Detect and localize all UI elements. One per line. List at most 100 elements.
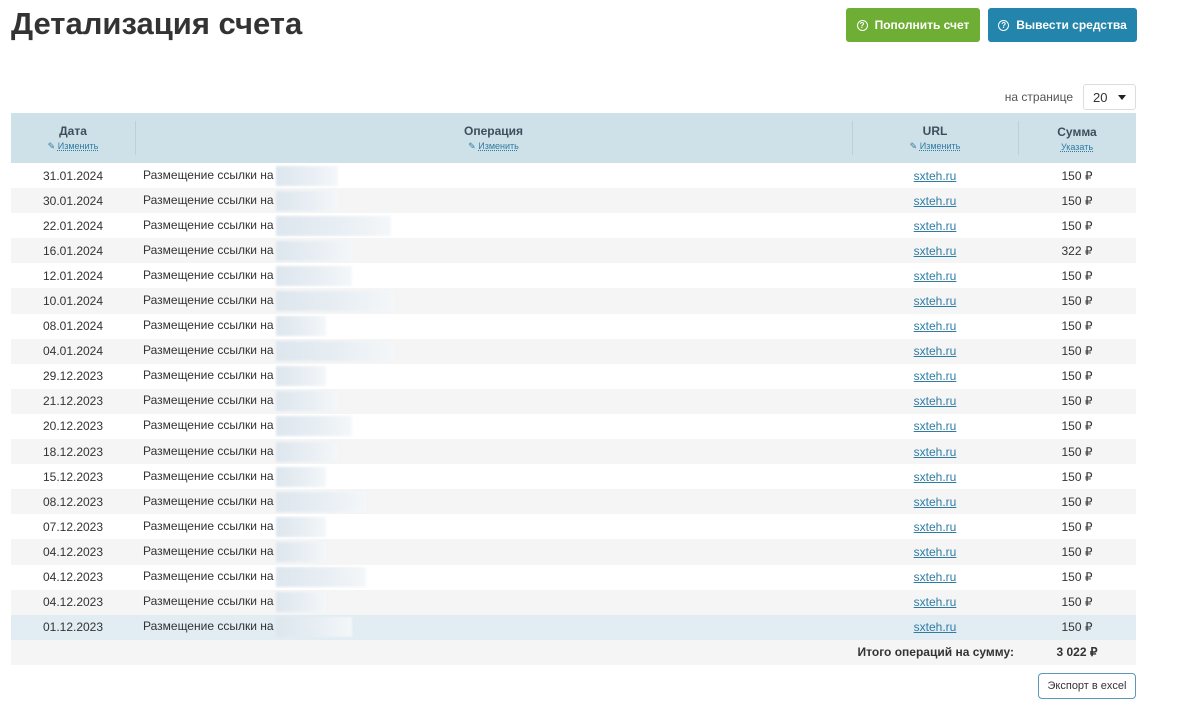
redacted-link: [275, 541, 326, 562]
row-sum: 150 ₽: [1061, 193, 1093, 208]
row-url: sxteh.ru: [852, 213, 1018, 238]
url-link[interactable]: sxteh.ru: [914, 620, 957, 634]
url-link[interactable]: sxteh.ru: [914, 219, 957, 233]
url-link[interactable]: sxteh.ru: [914, 570, 957, 584]
row-url: sxteh.ru: [852, 339, 1018, 364]
url-link[interactable]: sxteh.ru: [914, 545, 957, 559]
row-date: 10.01.2024: [42, 294, 104, 309]
per-page-control: на странице 20: [1005, 84, 1136, 110]
row-url: sxteh.ru: [852, 364, 1018, 389]
table-row: 30.01.2024 Размещение ссылки на sxteh.ru…: [11, 188, 1136, 214]
url-link[interactable]: sxteh.ru: [914, 194, 957, 208]
row-sum: 150 ₽: [1061, 294, 1093, 309]
row-url: sxteh.ru: [852, 389, 1018, 414]
url-link[interactable]: sxteh.ru: [914, 445, 957, 459]
url-link[interactable]: sxteh.ru: [914, 244, 957, 258]
row-url: sxteh.ru: [852, 288, 1018, 313]
table-row: 10.01.2024 Размещение ссылки на sxteh.ru…: [11, 288, 1136, 314]
row-date: 07.12.2023: [42, 519, 104, 534]
row-url: sxteh.ru: [852, 464, 1018, 489]
row-operation: Размещение ссылки на: [135, 615, 852, 640]
table-row: 31.01.2024 Размещение ссылки на sxteh.ru…: [11, 163, 1136, 188]
row-sum: 150 ₽: [1061, 168, 1093, 183]
deposit-button[interactable]: ? Пополнить счет: [846, 8, 980, 42]
row-url: sxteh.ru: [852, 615, 1018, 640]
table-row: 01.12.2023 Размещение ссылки на sxteh.ru…: [11, 614, 1136, 640]
row-url: sxteh.ru: [852, 439, 1018, 464]
row-operation: Размещение ссылки на: [135, 339, 852, 364]
withdraw-button[interactable]: ? Вывести средства: [988, 8, 1137, 42]
redacted-link: [275, 466, 326, 487]
table-row: 12.01.2024 Размещение ссылки на sxteh.ru…: [11, 263, 1136, 288]
redacted-link: [275, 567, 366, 588]
table-row: 21.12.2023 Размещение ссылки на sxteh.ru…: [11, 388, 1136, 414]
row-operation: Размещение ссылки на: [135, 288, 852, 313]
url-link[interactable]: sxteh.ru: [914, 319, 957, 333]
table-row: 04.12.2023 Размещение ссылки на sxteh.ru…: [11, 539, 1136, 565]
redacted-link: [275, 441, 338, 462]
change-date-link[interactable]: ✎ Изменить: [11, 141, 135, 152]
redacted-link: [275, 265, 352, 286]
redacted-link: [275, 316, 326, 337]
redacted-link: [275, 516, 326, 537]
total-value: 3 022 ₽: [1056, 645, 1098, 660]
redacted-link: [275, 165, 338, 186]
url-link[interactable]: sxteh.ru: [914, 369, 957, 383]
per-page-label: на странице: [1004, 90, 1073, 104]
row-url: sxteh.ru: [852, 590, 1018, 615]
row-date: 15.12.2023: [42, 469, 104, 484]
table-row: 20.12.2023 Размещение ссылки на sxteh.ru…: [11, 414, 1136, 439]
redacted-link: [275, 491, 366, 512]
withdraw-label: Вывести средства: [1016, 18, 1127, 32]
row-url: sxteh.ru: [852, 539, 1018, 564]
row-url: sxteh.ru: [852, 489, 1018, 514]
table-row: 04.12.2023 Размещение ссылки на sxteh.ru…: [11, 565, 1136, 590]
url-link[interactable]: sxteh.ru: [914, 419, 957, 433]
col-operation: Операция ✎ Изменить: [135, 113, 852, 163]
row-url: sxteh.ru: [852, 314, 1018, 339]
row-sum: 150 ₽: [1061, 444, 1093, 459]
url-link[interactable]: sxteh.ru: [914, 169, 957, 183]
table-row: 08.01.2024 Размещение ссылки на sxteh.ru…: [11, 314, 1136, 339]
table-row: 07.12.2023 Размещение ссылки на sxteh.ru…: [11, 514, 1136, 539]
col-url: URL ✎ Изменить: [852, 113, 1018, 163]
per-page-select[interactable]: 20: [1083, 84, 1136, 110]
row-date: 29.12.2023: [42, 369, 104, 384]
question-circle-icon: ?: [998, 19, 1010, 31]
url-link[interactable]: sxteh.ru: [914, 520, 957, 534]
row-date: 04.12.2023: [42, 595, 104, 610]
row-url: sxteh.ru: [852, 263, 1018, 288]
url-link[interactable]: sxteh.ru: [914, 294, 957, 308]
url-link[interactable]: sxteh.ru: [914, 394, 957, 408]
row-sum: 150 ₽: [1061, 494, 1093, 509]
export-excel-button[interactable]: Экспорт в excel: [1038, 673, 1136, 699]
row-sum: 150 ₽: [1061, 620, 1093, 635]
row-operation: Размещение ссылки на: [135, 414, 852, 439]
row-operation: Размещение ссылки на: [135, 514, 852, 539]
url-link[interactable]: sxteh.ru: [914, 495, 957, 509]
redacted-link: [275, 592, 326, 613]
per-page-value: 20: [1093, 89, 1108, 105]
url-link[interactable]: sxteh.ru: [914, 595, 957, 609]
row-url: sxteh.ru: [852, 514, 1018, 539]
specify-sum-link[interactable]: Указать: [1018, 142, 1136, 152]
row-url: sxteh.ru: [852, 163, 1018, 188]
row-operation: Размещение ссылки на: [135, 188, 852, 213]
change-operation-link[interactable]: ✎ Изменить: [135, 141, 852, 152]
row-date: 04.12.2023: [42, 570, 104, 585]
url-link[interactable]: sxteh.ru: [914, 269, 957, 283]
row-operation: Размещение ссылки на: [135, 439, 852, 464]
row-date: 18.12.2023: [42, 444, 104, 459]
url-link[interactable]: sxteh.ru: [914, 344, 957, 358]
redacted-link: [275, 291, 394, 312]
col-date: Дата ✎ Изменить: [11, 113, 135, 163]
change-url-link[interactable]: ✎ Изменить: [852, 141, 1018, 152]
row-date: 04.01.2024: [42, 344, 104, 359]
row-operation: Размещение ссылки на: [135, 364, 852, 389]
row-operation: Размещение ссылки на: [135, 389, 852, 414]
row-operation: Размещение ссылки на: [135, 489, 852, 514]
url-link[interactable]: sxteh.ru: [914, 470, 957, 484]
row-operation: Размещение ссылки на: [135, 263, 852, 288]
row-sum: 322 ₽: [1061, 243, 1093, 258]
row-sum: 150 ₽: [1061, 319, 1093, 334]
